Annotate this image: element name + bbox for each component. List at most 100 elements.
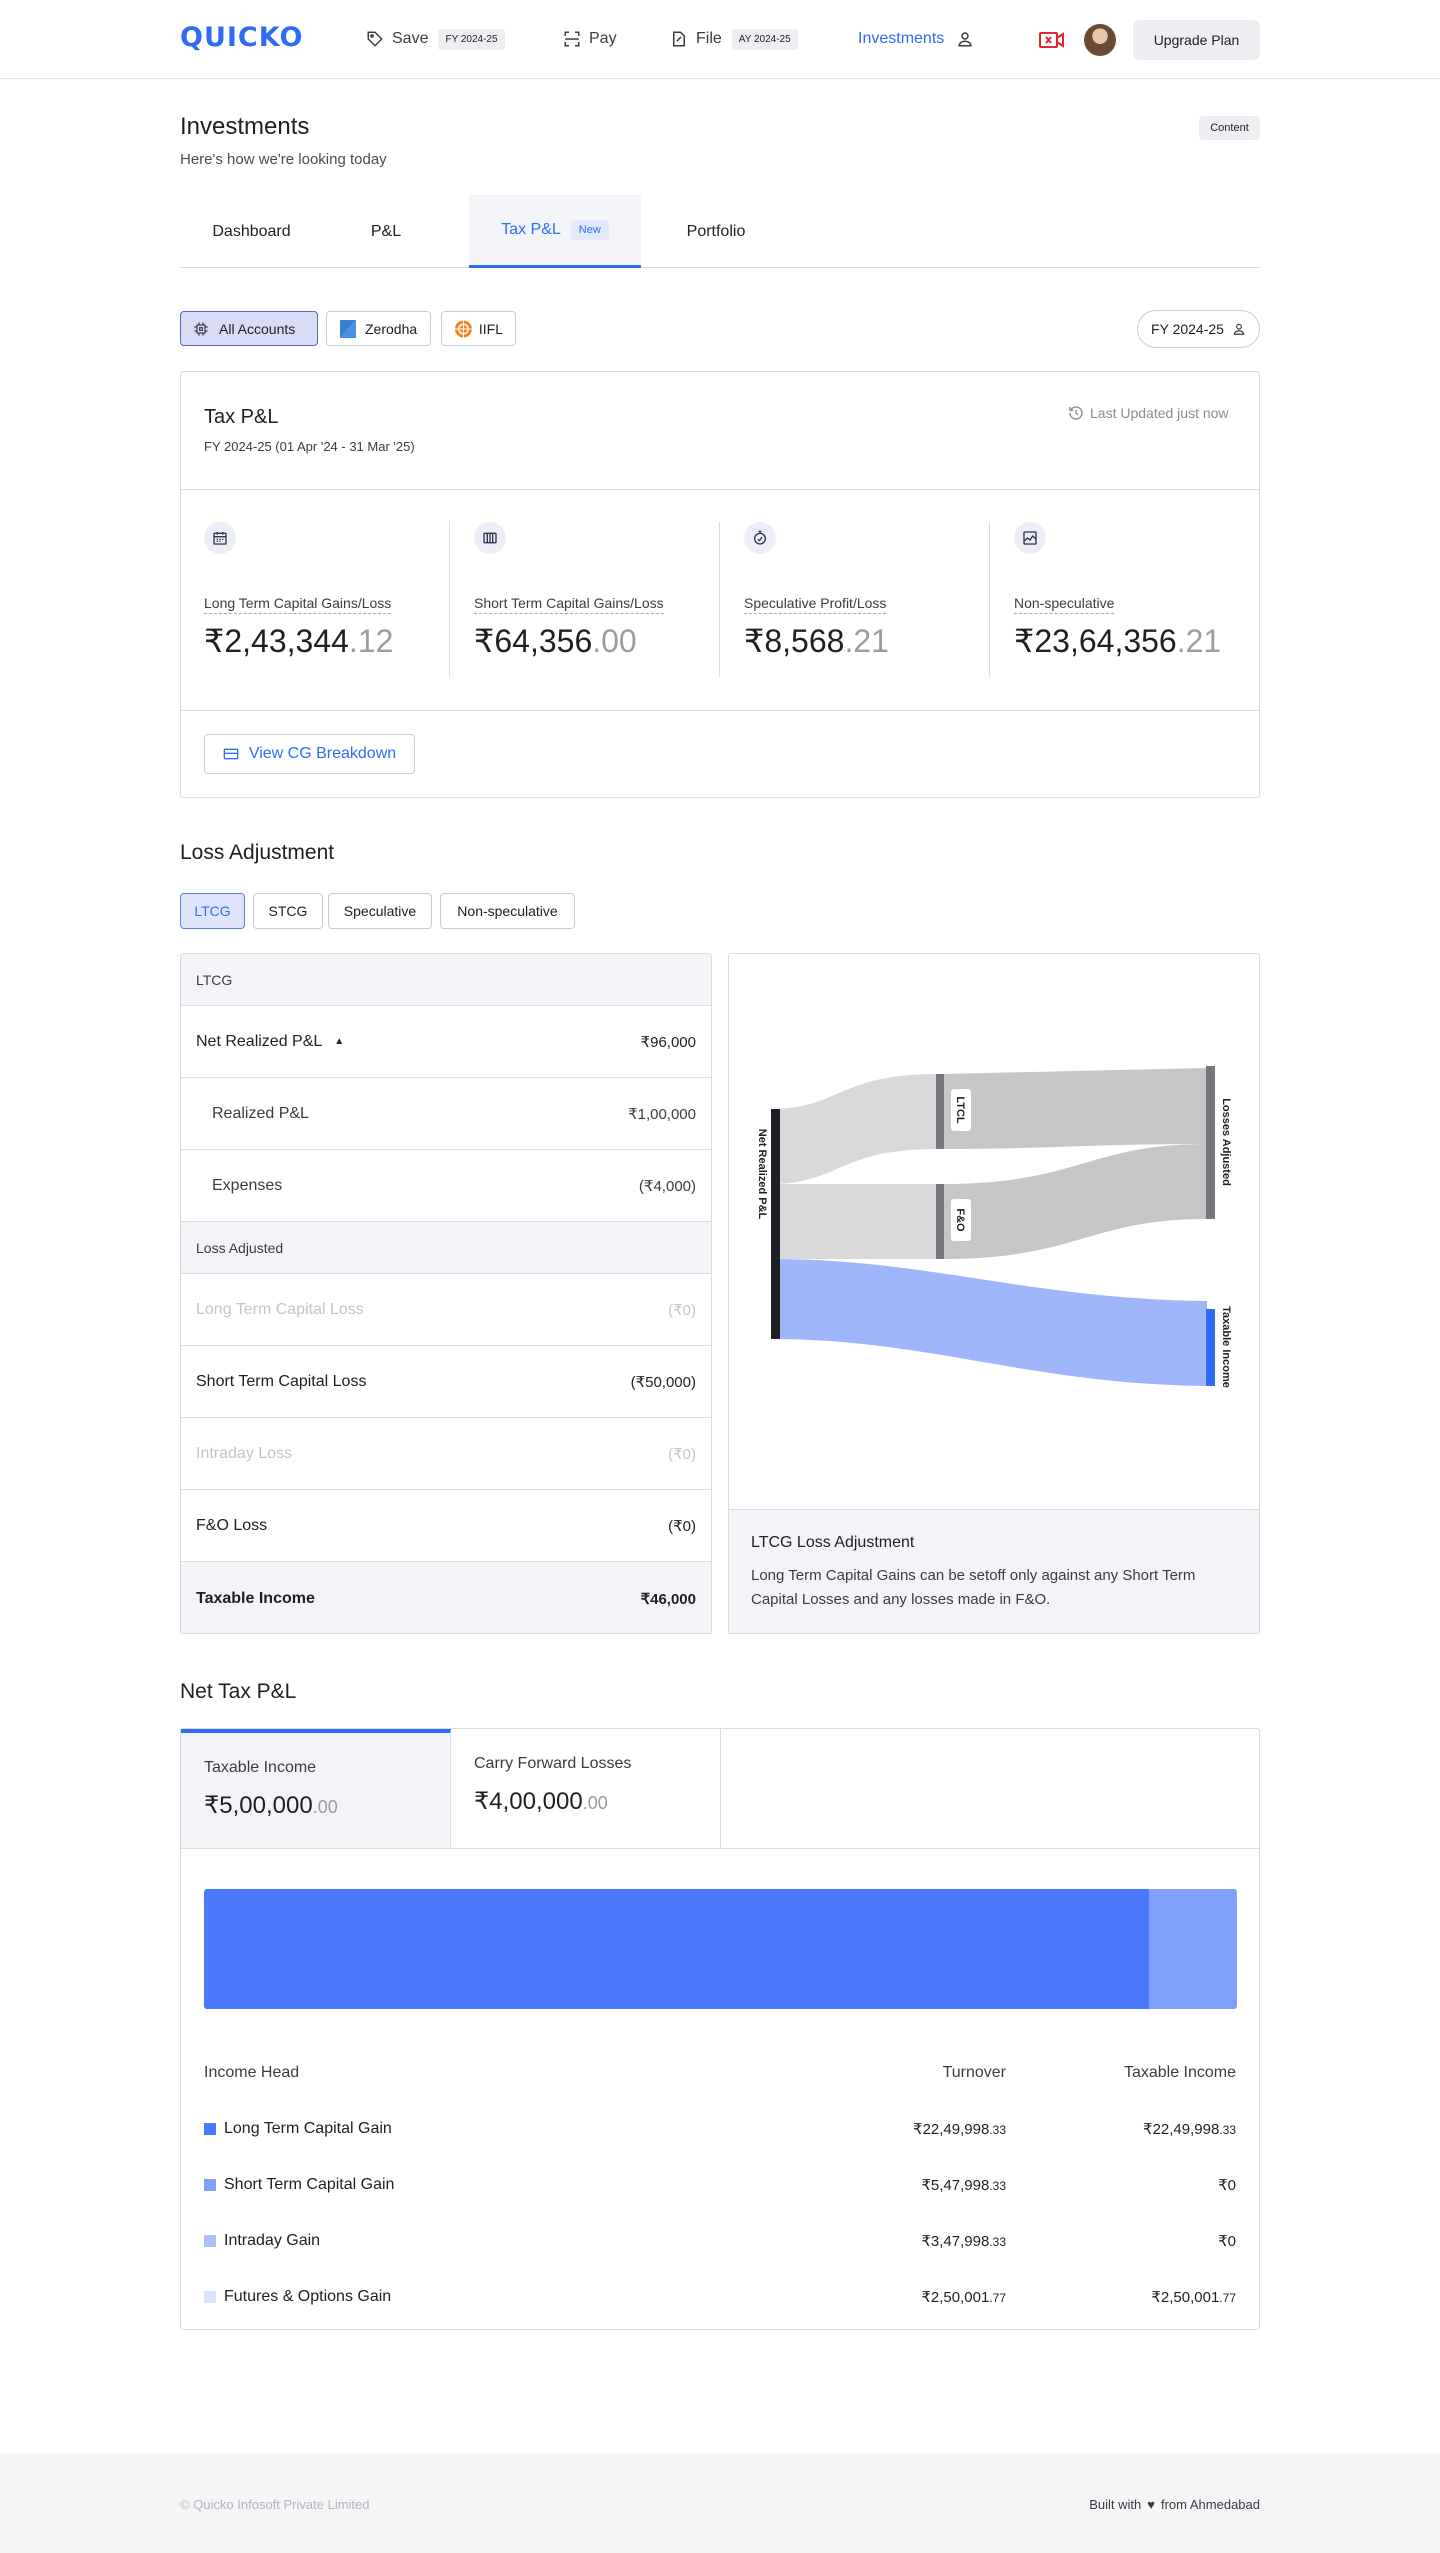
footer-built-with: Built with ♥ from Ahmedabad <box>1089 2497 1260 2512</box>
row-turnover: ₹3,47,998.33 <box>921 2232 1006 2250</box>
tab-dashboard-label: Dashboard <box>212 222 291 240</box>
stat-stcg-label[interactable]: Short Term Capital Gains/Loss <box>474 595 664 614</box>
row-taxable-int: ₹22,49,998 <box>1143 2121 1220 2138</box>
row-turnover-int: ₹22,49,998 <box>913 2121 990 2138</box>
stat-ltcg: Long Term Capital Gains/Loss ₹2,43,344.1… <box>204 522 474 677</box>
zerodha-logo-icon <box>340 319 356 338</box>
tab-taxable-income[interactable]: Taxable Income ₹5,00,000.00 <box>181 1729 451 1849</box>
last-updated-text: Last Updated just now <box>1090 405 1229 421</box>
avatar[interactable] <box>1084 24 1116 56</box>
net-realized-row[interactable]: Net Realized P&L ▲ ₹96,000 <box>181 1006 711 1078</box>
quicko-logo[interactable]: QUICKO <box>180 22 303 53</box>
income-stack-bar <box>204 1889 1237 2009</box>
investment-tabs: Dashboard P&L Tax P&L New Portfolio <box>180 195 1260 268</box>
row-head: Short Term Capital Gain <box>224 2176 395 2193</box>
node-net-label: Net Realized P&L <box>756 1129 768 1220</box>
columns-icon <box>474 522 506 554</box>
sankey-diagram: Net Realized P&L LTCL F&O Losses Adjuste… <box>756 1066 1232 1388</box>
stat-nonspeculative-label[interactable]: Non-speculative <box>1014 595 1115 614</box>
account-filter-zerodha[interactable]: Zerodha <box>326 311 431 346</box>
stat-speculative-label[interactable]: Speculative Profit/Loss <box>744 595 887 614</box>
account-filter-all[interactable]: All Accounts <box>180 311 318 346</box>
intraday-loss-value: (₹0) <box>668 1445 696 1463</box>
node-losses-bar <box>1206 1066 1215 1219</box>
filter-stcg[interactable]: STCG <box>253 893 323 929</box>
fy-chip: FY 2024-25 <box>438 28 505 50</box>
nav-save[interactable]: Save FY 2024-25 <box>366 26 505 52</box>
tab-dashboard[interactable]: Dashboard <box>180 195 323 268</box>
filter-speculative[interactable]: Speculative <box>328 893 432 929</box>
tab-portfolio[interactable]: Portfolio <box>641 195 791 268</box>
loss-adjustment-table: LTCG Net Realized P&L ▲ ₹96,000 Realized … <box>180 953 712 1634</box>
flow-net-ltcl <box>771 1074 937 1184</box>
table-head-label: LTCG <box>196 971 233 988</box>
row-taxable-int: ₹2,50,001 <box>1151 2289 1220 2306</box>
flow-ltcl-losses <box>942 1068 1207 1149</box>
node-losses-label: Losses Adjusted <box>1220 1098 1232 1186</box>
tab-carry-forward-label: Carry Forward Losses <box>474 1755 632 1772</box>
divider <box>719 522 720 677</box>
stcl-value: (₹50,000) <box>630 1373 696 1391</box>
row-turnover-dec: .33 <box>989 2179 1006 2193</box>
row-head: Intraday Gain <box>224 2232 321 2249</box>
divider <box>181 489 1259 490</box>
tab-carry-forward-losses[interactable]: Carry Forward Losses ₹4,00,000.00 <box>451 1729 721 1849</box>
realized-pl-row: Realized P&L ₹1,00,000 <box>181 1078 711 1150</box>
nav-file[interactable]: File AY 2024-25 <box>670 26 798 52</box>
row-turnover-dec: .33 <box>989 2123 1006 2137</box>
filter-ltcg[interactable]: LTCG <box>180 893 245 929</box>
footer-copyright: © Quicko Infosoft Private Limited <box>180 2497 370 2512</box>
stat-stcg-dec: .00 <box>592 623 637 659</box>
row-turnover: ₹5,47,998.33 <box>921 2176 1006 2194</box>
filter-non-speculative[interactable]: Non-speculative <box>440 893 575 929</box>
chip-icon <box>194 321 208 336</box>
file-edit-icon <box>673 31 685 47</box>
account-all-label: All Accounts <box>219 320 296 337</box>
row-turnover-dec: .33 <box>989 2235 1006 2249</box>
card-icon <box>223 748 239 760</box>
row-taxable: ₹0 <box>1218 2176 1236 2194</box>
col-taxable-income: Taxable Income <box>1123 2064 1236 2081</box>
tab-tax-pl[interactable]: Tax P&L New <box>469 195 641 268</box>
ltcl-row: Long Term Capital Loss (₹0) <box>181 1274 711 1346</box>
node-net-bar <box>771 1109 780 1339</box>
heart-icon: ♥ <box>1147 2497 1155 2512</box>
carry-forward-dec: .00 <box>582 1793 608 1813</box>
tab-pl-label: P&L <box>370 222 402 240</box>
stcl-label: Short Term Capital Loss <box>196 1372 367 1390</box>
divider <box>181 710 1259 711</box>
taxable-income-label: Taxable Income <box>196 1589 315 1607</box>
stopwatch-icon <box>744 522 776 554</box>
upgrade-plan-button[interactable]: Upgrade Plan <box>1133 20 1260 60</box>
divider <box>449 522 450 677</box>
account-filter-iifl[interactable]: IIFL <box>441 311 516 346</box>
note-title: LTCG Loss Adjustment <box>751 1534 915 1551</box>
expenses-row: Expenses (₹4,000) <box>181 1150 711 1222</box>
table-row: Futures & Options Gain <box>204 2288 391 2306</box>
fy-selector[interactable]: FY 2024-25 <box>1137 310 1260 348</box>
intraday-loss-row: Intraday Loss (₹0) <box>181 1418 711 1490</box>
node-fno-label: F&O <box>954 1208 966 1232</box>
nav-pay[interactable]: Pay <box>563 26 617 52</box>
row-taxable-int: ₹0 <box>1218 2233 1236 2250</box>
last-updated: Last Updated just now <box>1068 405 1229 421</box>
node-taxable-label: Taxable Income <box>1220 1306 1232 1388</box>
tag-icon <box>367 31 383 47</box>
video-icon[interactable] <box>1039 30 1065 55</box>
caret-up-icon[interactable]: ▲ <box>334 1036 344 1047</box>
taxable-income-row: Taxable Income ₹46,000 <box>181 1562 711 1633</box>
nav-investments[interactable]: Investments <box>858 26 982 52</box>
tab-tax-pl-label: Tax P&L <box>501 221 561 238</box>
taxable-income-int: ₹5,00,000 <box>204 1792 313 1819</box>
stat-ltcg-int: ₹2,43,344 <box>204 623 349 659</box>
tab-pl[interactable]: P&L <box>323 195 449 268</box>
row-head: Futures & Options Gain <box>224 2288 392 2305</box>
tab-taxable-income-value: ₹5,00,000.00 <box>204 1791 427 1820</box>
content-badge[interactable]: Content <box>1199 116 1260 140</box>
tab-taxable-income-label: Taxable Income <box>204 1759 317 1776</box>
fy-selector-label: FY 2024-25 <box>1151 321 1224 337</box>
view-cg-breakdown-button[interactable]: View CG Breakdown <box>204 734 415 774</box>
stat-ltcg-label[interactable]: Long Term Capital Gains/Loss <box>204 595 392 614</box>
footer: © Quicko Infosoft Private Limited Built … <box>0 2453 1440 2553</box>
node-taxable-bar <box>1206 1309 1215 1386</box>
